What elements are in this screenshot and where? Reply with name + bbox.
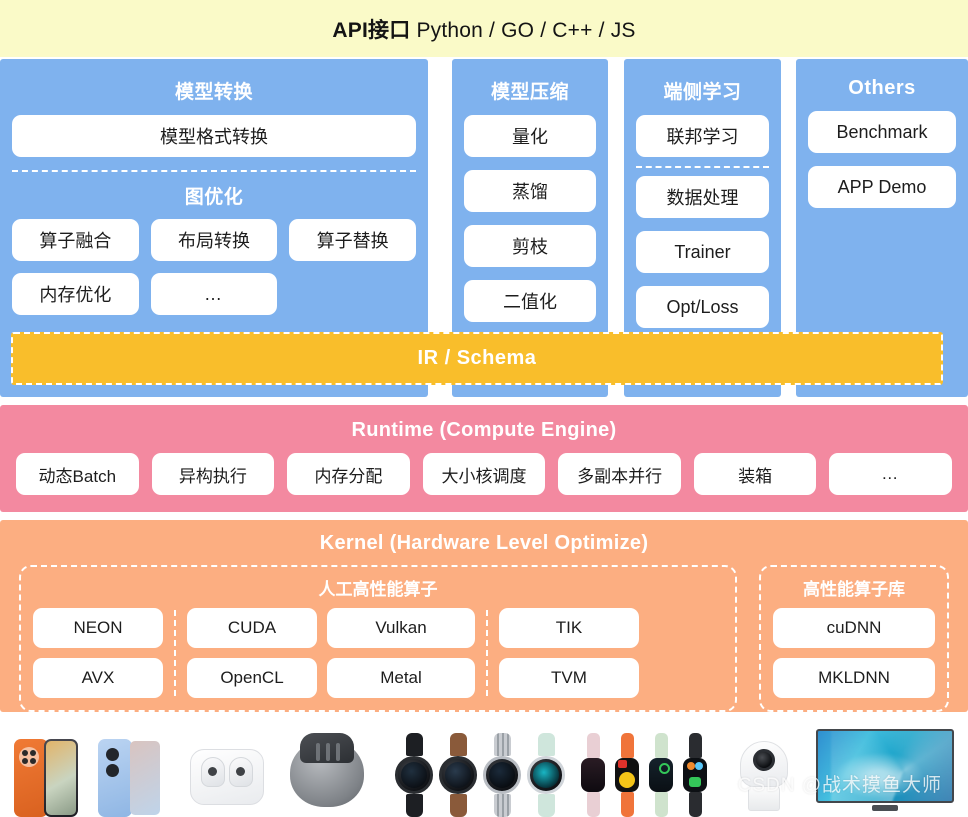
chip-binarization[interactable]: 二值化	[464, 280, 596, 322]
chip-model-format-conversion[interactable]: 模型格式转换	[12, 115, 416, 157]
architecture-diagram: API接口 Python / GO / C++ / JS 模型转换 模型格式转换…	[0, 0, 968, 817]
chip-more-runtime[interactable]: …	[829, 453, 953, 495]
kernel-group-divider-2	[486, 610, 488, 696]
kernel-subtitle-operator-libraries: 高性能算子库	[803, 580, 905, 599]
kernel-boxes-wrap: 人工高性能算子 NEON AVX CUDA Vulkan OpenCL Meta…	[0, 555, 968, 712]
chip-layout-conversion[interactable]: 布局转换	[150, 219, 278, 261]
device-row	[0, 718, 968, 817]
chip-cuda[interactable]: CUDA	[187, 608, 317, 648]
device-security-camera	[736, 725, 792, 811]
kernel-operator-library-list: cuDNN MKLDNN	[773, 608, 935, 698]
chip-tvm[interactable]: TVM	[499, 658, 639, 698]
device-smartwatch-black	[394, 731, 434, 817]
ir-schema-bar[interactable]: IR / Schema	[11, 332, 943, 385]
chip-memory-allocation[interactable]: 内存分配	[287, 453, 410, 495]
kernel-group-divider-1	[174, 610, 176, 696]
runtime-layer-title: Runtime (Compute Engine)	[351, 419, 617, 441]
kernel-group-cpu-simd: NEON AVX	[33, 608, 163, 698]
kernel-subtitle-handwritten-operators: 人工高性能算子	[318, 580, 438, 599]
chip-opencl[interactable]: OpenCL	[187, 658, 317, 698]
kernel-layer-band: Kernel (Hardware Level Optimize) 人工高性能算子…	[0, 520, 968, 712]
api-layer-band: API接口 Python / GO / C++ / JS	[0, 0, 968, 57]
device-phone-blue-pair	[98, 731, 162, 817]
chip-heterogeneous-execution[interactable]: 异构执行	[151, 453, 275, 495]
chip-app-demo[interactable]: APP Demo	[808, 166, 956, 208]
device-gallery-strip: CSDN @战术摸鱼大师	[0, 718, 968, 817]
kernel-group-compilers: TIK TVM	[499, 608, 639, 698]
device-round-earbuds-case	[290, 721, 364, 807]
column-subtitle-graph-optimization: 图优化	[184, 187, 244, 208]
others-list: Benchmark APP Demo	[808, 111, 956, 208]
chip-more-graph-optimization[interactable]: …	[150, 273, 278, 315]
chip-opt-loss[interactable]: Opt/Loss	[636, 286, 769, 328]
device-phone-pair	[14, 731, 78, 817]
column-title-model-compression: 模型压缩	[490, 82, 569, 103]
graph-optimization-grid: 算子融合 布局转换 算子替换 内存优化 …	[12, 219, 416, 315]
kernel-layer-title: Kernel (Hardware Level Optimize)	[319, 532, 649, 554]
on-device-learning-list: 数据处理 Trainer Opt/Loss	[636, 176, 769, 328]
device-smartwatch-mint	[526, 731, 566, 817]
chip-distillation[interactable]: 蒸馏	[464, 170, 596, 212]
column-title-on-device-learning: 端侧学习	[663, 82, 742, 103]
chip-multi-replica-parallel[interactable]: 多副本并行	[558, 453, 681, 495]
runtime-items-row: 动态Batch 异构执行 内存分配 大小核调度 多副本并行 装箱 …	[0, 442, 968, 495]
chip-federated-learning[interactable]: 联邦学习	[636, 115, 769, 157]
chip-data-processing[interactable]: 数据处理	[636, 176, 769, 218]
api-layer-title: API接口 Python / GO / C++ / JS	[332, 14, 635, 44]
device-fitness-band-pink	[578, 731, 608, 817]
chip-vulkan[interactable]: Vulkan	[327, 608, 475, 648]
kernel-operator-groups: NEON AVX CUDA Vulkan OpenCL Metal TIK TV…	[33, 608, 723, 698]
kernel-box-handwritten-operators: 人工高性能算子 NEON AVX CUDA Vulkan OpenCL Meta…	[19, 565, 737, 712]
chip-tik[interactable]: TIK	[499, 608, 639, 648]
chip-big-little-core-scheduling[interactable]: 大小核调度	[422, 453, 546, 495]
chip-memory-optimization[interactable]: 内存优化	[12, 273, 139, 315]
chip-mkldnn[interactable]: MKLDNN	[773, 658, 935, 698]
device-smartwatch-brown	[438, 731, 478, 817]
divider-on-device-learning	[636, 166, 769, 168]
column-title-model-conversion: 模型转换	[174, 82, 253, 103]
model-compression-list: 量化 蒸馏 剪枝 二值化	[464, 115, 596, 322]
chip-cudnn[interactable]: cuDNN	[773, 608, 935, 648]
chip-benchmark[interactable]: Benchmark	[808, 111, 956, 153]
device-fitness-band-orange	[612, 731, 642, 817]
runtime-layer-band: Runtime (Compute Engine) 动态Batch 异构执行 内存…	[0, 405, 968, 512]
chip-operator-replacement[interactable]: 算子替换	[289, 219, 416, 261]
api-layer-title-cn: API接口	[332, 18, 411, 42]
device-smartwatch-steel	[482, 731, 522, 817]
chip-dynamic-batch[interactable]: 动态Batch	[16, 453, 139, 495]
chip-operator-fusion[interactable]: 算子融合	[12, 219, 139, 261]
chip-trainer[interactable]: Trainer	[636, 231, 769, 273]
chip-pruning[interactable]: 剪枝	[464, 225, 596, 267]
kernel-group-gpu-apis: CUDA Vulkan OpenCL Metal	[187, 608, 475, 698]
chip-avx[interactable]: AVX	[33, 658, 163, 698]
chip-packing[interactable]: 装箱	[693, 453, 817, 495]
device-earbuds-case	[190, 719, 264, 805]
chip-neon[interactable]: NEON	[33, 608, 163, 648]
chip-metal[interactable]: Metal	[327, 658, 475, 698]
api-layer-title-langs: Python / GO / C++ / JS	[410, 18, 636, 42]
kernel-box-operator-libraries: 高性能算子库 cuDNN MKLDNN	[759, 565, 949, 712]
device-smart-tv	[816, 725, 954, 811]
column-title-others: Others	[848, 77, 916, 99]
chip-quantization[interactable]: 量化	[464, 115, 596, 157]
device-fitness-band-green	[646, 731, 676, 817]
divider-model-conversion	[12, 170, 416, 172]
device-fitness-band-black	[680, 731, 710, 817]
